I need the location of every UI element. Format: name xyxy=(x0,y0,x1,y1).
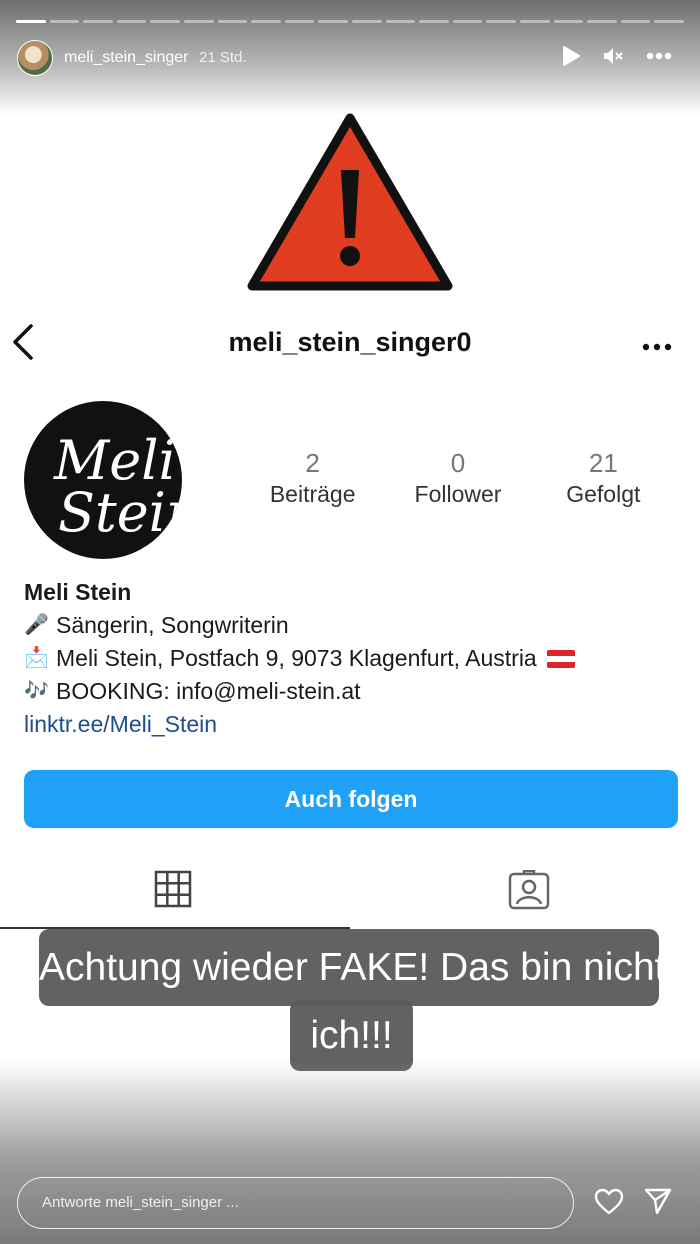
bio-line-booking: 🎶 BOOKING: info@meli-stein.at xyxy=(24,675,575,708)
progress-segment xyxy=(620,20,651,23)
stat-following-count: 21 xyxy=(588,448,618,478)
stat-followers-count: 0 xyxy=(450,448,466,478)
profile-more-icon[interactable] xyxy=(642,338,672,356)
profile-stats: 2 Beiträge 0 Follower 21 Gefolgt xyxy=(240,448,676,508)
stat-posts-count: 2 xyxy=(305,448,320,478)
bio-name: Meli Stein xyxy=(24,579,132,605)
mute-icon[interactable] xyxy=(602,46,624,66)
bio-role-text: Sängerin, Songwriterin xyxy=(56,612,289,638)
story-avatar[interactable] xyxy=(17,40,53,76)
progress-segment xyxy=(351,20,382,23)
story-username[interactable]: meli_stein_singer xyxy=(64,49,189,67)
music-notes-icon: 🎶 xyxy=(24,680,49,702)
stat-following[interactable]: 21 Gefolgt xyxy=(531,448,676,508)
follow-back-button[interactable]: Auch folgen xyxy=(24,770,678,828)
progress-segment xyxy=(654,20,684,23)
microphone-icon: 🎤 xyxy=(24,614,49,636)
bio-line-role: 🎤 Sängerin, Songwriterin xyxy=(24,609,575,642)
grid-tab-icon[interactable] xyxy=(154,870,192,913)
avatar-logo-line2: Stein xyxy=(58,481,182,544)
story-caption-line1: Achtung wieder FAKE! Das bin nicht xyxy=(39,929,666,1006)
reply-input[interactable]: Antworte meli_stein_singer ... xyxy=(17,1177,574,1229)
profile-avatar[interactable]: Meli Stein xyxy=(24,401,182,559)
progress-segment xyxy=(183,20,214,23)
progress-segment xyxy=(419,20,449,23)
bio-line-address: 📩 Meli Stein, Postfach 9, 9073 Klagenfur… xyxy=(24,642,575,675)
bio-booking-text: BOOKING: info@meli-stein.at xyxy=(56,678,361,704)
progress-segment xyxy=(486,20,516,23)
more-icon[interactable] xyxy=(646,52,672,60)
progress-segment xyxy=(49,20,80,23)
progress-segment xyxy=(452,20,483,23)
stat-posts[interactable]: 2 Beiträge xyxy=(240,448,385,508)
progress-segment xyxy=(83,20,113,23)
bio-link[interactable]: linktr.ee/Meli_Stein xyxy=(24,708,575,741)
envelope-icon: 📩 xyxy=(24,647,49,669)
story-progress-bar xyxy=(16,20,684,23)
warning-icon xyxy=(244,110,456,294)
play-icon[interactable] xyxy=(562,46,580,66)
progress-segment xyxy=(16,20,46,23)
send-icon[interactable] xyxy=(644,1188,672,1220)
story-controls xyxy=(562,46,672,66)
stat-followers[interactable]: 0 Follower xyxy=(385,448,530,508)
austria-flag-icon xyxy=(546,649,575,668)
progress-segment xyxy=(318,20,348,23)
stat-posts-label: Beiträge xyxy=(269,481,356,507)
stat-following-label: Gefolgt xyxy=(566,481,641,507)
stat-followers-label: Follower xyxy=(414,481,502,507)
profile-handle: meli_stein_singer0 xyxy=(228,327,472,357)
progress-segment xyxy=(150,20,180,23)
progress-segment xyxy=(284,20,315,23)
bio-address-text: Meli Stein, Postfach 9, 9073 Klagenfurt,… xyxy=(56,645,537,671)
progress-segment xyxy=(116,20,147,23)
story-timestamp: 21 Std. xyxy=(199,49,247,66)
progress-segment xyxy=(251,20,281,23)
progress-segment xyxy=(519,20,550,23)
progress-segment xyxy=(385,20,416,23)
profile-bio: Meli Stein 🎤 Sängerin, Songwriterin 📩 Me… xyxy=(24,576,575,741)
progress-segment xyxy=(217,20,248,23)
heart-icon[interactable] xyxy=(594,1188,624,1220)
progress-segment xyxy=(587,20,617,23)
progress-segment xyxy=(553,20,584,23)
tagged-tab-icon[interactable] xyxy=(508,869,550,915)
